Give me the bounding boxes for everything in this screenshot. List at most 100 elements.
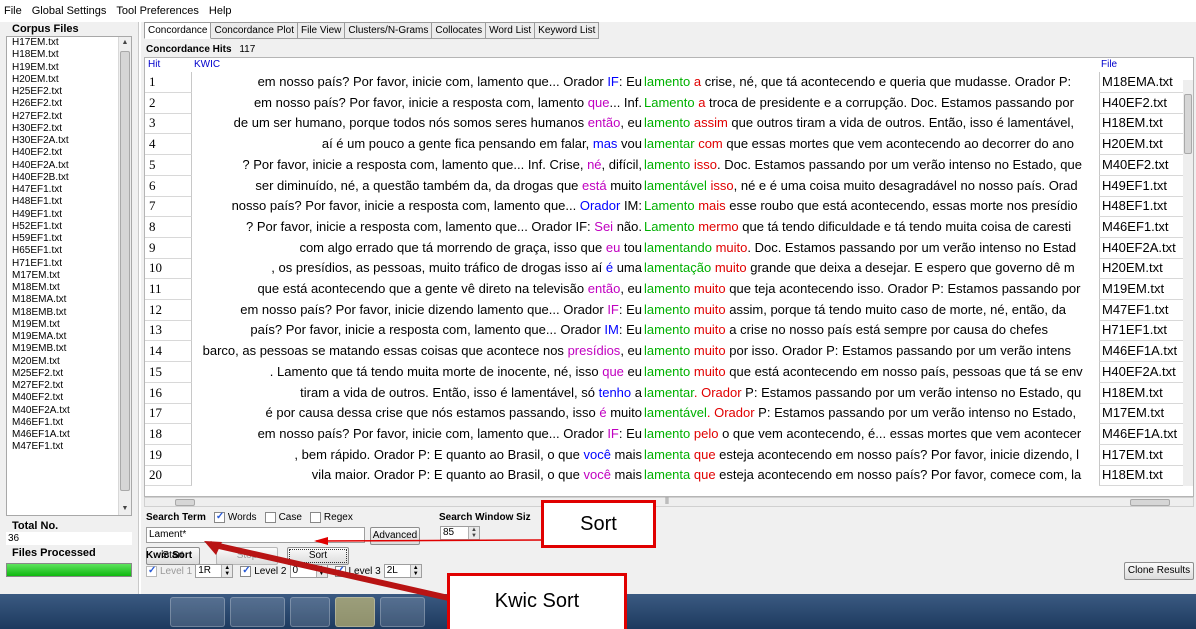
level-3-spinner[interactable]: 2L ▲ ▼ [383, 564, 422, 578]
table-row[interactable]: 15 . Lamento que tá tendo muita morte de … [145, 361, 1185, 383]
table-row[interactable]: 6 ser diminuído, né, a questão também da,… [145, 175, 1185, 197]
level-3-control[interactable]: Level 3 2L ▲▼ [334, 564, 425, 578]
kwic-cell[interactable]: país? Por favor, inicie a resposta com, … [192, 320, 1099, 341]
regex-option[interactable]: Regex [309, 512, 353, 523]
file-cell[interactable]: M17EM.txt [1099, 403, 1185, 425]
tab-clusters-ngrams[interactable]: Clusters/N-Grams [345, 22, 433, 39]
level-1-control[interactable]: Level 1 1R ▲▼ [146, 564, 236, 578]
corpus-file-item[interactable]: H40EF2A.txt [7, 160, 119, 172]
corpus-file-item[interactable]: M47EF1.txt [7, 441, 119, 453]
corpus-file-item[interactable]: M19EM.txt [7, 319, 119, 331]
tab-word-list[interactable]: Word List [486, 22, 536, 39]
taskbar-app[interactable] [380, 597, 425, 627]
tab-file-view[interactable]: File View [297, 22, 346, 39]
column-header-kwic[interactable]: KWIC [194, 59, 220, 70]
corpus-file-item[interactable]: M40EF2.txt [7, 392, 119, 404]
menu-global-settings[interactable]: Global Settings [32, 5, 107, 17]
kwic-cell[interactable]: ser diminuído, né, a questão também da, … [192, 176, 1099, 197]
case-checkbox[interactable] [264, 512, 276, 523]
level-1-checkbox[interactable] [146, 565, 157, 577]
corpus-file-item[interactable]: H20EM.txt [7, 74, 119, 86]
file-cell[interactable]: H18EM.txt [1099, 465, 1185, 487]
kwic-cell[interactable]: , bem rápido. Orador P: E quanto ao Bras… [192, 445, 1099, 466]
corpus-file-item[interactable]: H40EF2.txt [7, 147, 119, 159]
level-1-spinner[interactable]: 1R ▲ ▼ [195, 564, 234, 578]
table-row[interactable]: 4 aí é um pouco a gente fica pensando em … [145, 134, 1185, 156]
corpus-file-item[interactable]: H27EF2.txt [7, 111, 119, 123]
corpus-file-item[interactable]: M18EM.txt [7, 282, 119, 294]
search-term-input[interactable]: Lament* [146, 527, 365, 543]
taskbar-app[interactable] [170, 597, 225, 627]
table-row[interactable]: 18 em nosso país? Por favor, inicie com, … [145, 423, 1185, 445]
menu-file[interactable]: File [4, 5, 22, 17]
corpus-file-item[interactable]: H47EF1.txt [7, 184, 119, 196]
corpus-file-item[interactable]: M20EM.txt [7, 356, 119, 368]
table-row[interactable]: 9 com algo errado que tá morrendo de graç… [145, 237, 1185, 259]
file-hscroll-thumb[interactable] [1130, 499, 1170, 506]
corpus-file-item[interactable]: H71EF1.txt [7, 258, 119, 270]
column-header-file[interactable]: File [1101, 59, 1117, 70]
corpus-file-item[interactable]: H30EF2.txt [7, 123, 119, 135]
kwic-cell[interactable]: em nosso país? Por favor, inicie com, la… [192, 72, 1099, 93]
words-option[interactable]: Words [213, 511, 257, 523]
corpus-file-item[interactable]: M40EF2A.txt [7, 405, 119, 417]
corpus-file-item[interactable]: H30EF2A.txt [7, 135, 119, 147]
taskbar-app[interactable] [335, 597, 375, 627]
table-row[interactable]: 3 de um ser humano, porque todos nós somo… [145, 113, 1185, 135]
file-cell[interactable]: M47EF1.txt [1099, 299, 1185, 321]
corpus-file-item[interactable]: H19EM.txt [7, 62, 119, 74]
taskbar-app[interactable] [230, 597, 285, 627]
file-cell[interactable]: H20EM.txt [1099, 258, 1185, 280]
kwic-cell[interactable]: em nosso país? Por favor, inicie dizendo… [192, 300, 1099, 321]
corpus-file-item[interactable]: M19EMA.txt [7, 331, 119, 343]
scroll-up-icon[interactable]: ▲ [119, 37, 131, 49]
corpus-file-item[interactable]: M46EF1.txt [7, 417, 119, 429]
level-2-control[interactable]: Level 2 0 ▲▼ [240, 564, 330, 578]
file-cell[interactable]: H20EM.txt [1099, 134, 1185, 156]
column-header-hit[interactable]: Hit [148, 59, 160, 70]
search-window-size-spinner[interactable]: 85 ▲ ▼ [440, 526, 480, 540]
corpus-file-item[interactable]: H17EM.txt [7, 37, 119, 49]
table-row[interactable]: 16 tiram a vida de outros. Então, isso é … [145, 382, 1185, 404]
corpus-file-item[interactable]: M25EF2.txt [7, 368, 119, 380]
sort-button[interactable]: Sort [287, 547, 349, 565]
corpus-file-item[interactable]: H49EF1.txt [7, 209, 119, 221]
table-row[interactable]: 19 , bem rápido. Orador P: E quanto ao Br… [145, 444, 1185, 466]
corpus-file-item[interactable]: M19EMB.txt [7, 343, 119, 355]
kwic-cell[interactable]: barco, as pessoas se matando essas coisa… [192, 341, 1099, 362]
level-2-checkbox[interactable] [240, 565, 252, 577]
corpus-file-item[interactable]: H18EM.txt [7, 49, 119, 61]
kwic-cell[interactable]: é por causa dessa crise que nós estamos … [192, 403, 1099, 424]
file-cell[interactable]: H40EF2A.txt [1099, 361, 1185, 383]
spinner-arrows-icon[interactable]: ▲ ▼ [468, 527, 479, 539]
words-checkbox[interactable] [213, 511, 225, 523]
kwic-cell[interactable]: em nosso país? Por favor, inicie a respo… [192, 93, 1099, 114]
corpus-file-item[interactable]: M27EF2.txt [7, 380, 119, 392]
kwic-cell[interactable]: . Lamento que tá tendo muita morte de in… [192, 362, 1099, 383]
file-cell[interactable]: H40EF2.txt [1099, 92, 1185, 114]
table-row[interactable]: 5 ? Por favor, inicie a resposta com, lam… [145, 154, 1185, 176]
kwic-cell[interactable]: nosso país? Por favor, inicie a resposta… [192, 196, 1099, 217]
table-row[interactable]: 13 país? Por favor, inicie a resposta com… [145, 320, 1185, 342]
kwic-cell[interactable]: com algo errado que tá morrendo de graça… [192, 238, 1099, 259]
case-option[interactable]: Case [264, 512, 302, 523]
corpus-file-item[interactable]: M17EM.txt [7, 270, 119, 282]
tab-collocates[interactable]: Collocates [432, 22, 487, 39]
stop-button[interactable]: Stop [216, 547, 278, 565]
file-cell[interactable]: H17EM.txt [1099, 444, 1185, 466]
clone-results-button[interactable]: Clone Results [1124, 562, 1194, 580]
table-row[interactable]: 20 vila maior. Orador P: E quanto ao Bras… [145, 465, 1185, 487]
corpus-file-item[interactable]: H48EF1.txt [7, 196, 119, 208]
corpus-file-item[interactable]: M18EMA.txt [7, 294, 119, 306]
level-2-spinner[interactable]: 0 ▲ ▼ [289, 564, 328, 578]
scroll-down-icon[interactable]: ▼ [119, 503, 131, 515]
file-list-scrollbar[interactable]: ▲ ▼ [118, 37, 131, 515]
corpus-file-item[interactable]: H65EF1.txt [7, 245, 119, 257]
corpus-file-item[interactable]: H26EF2.txt [7, 98, 119, 110]
file-cell[interactable]: H18EM.txt [1099, 382, 1185, 404]
kwic-cell[interactable]: , os presídios, as pessoas, muito tráfic… [192, 258, 1099, 279]
level-3-checkbox[interactable] [334, 565, 346, 577]
tab-concordance-plot[interactable]: Concordance Plot [211, 22, 298, 39]
corpus-file-item[interactable]: M18EMB.txt [7, 307, 119, 319]
concordance-vscroll-thumb[interactable] [1184, 94, 1192, 154]
